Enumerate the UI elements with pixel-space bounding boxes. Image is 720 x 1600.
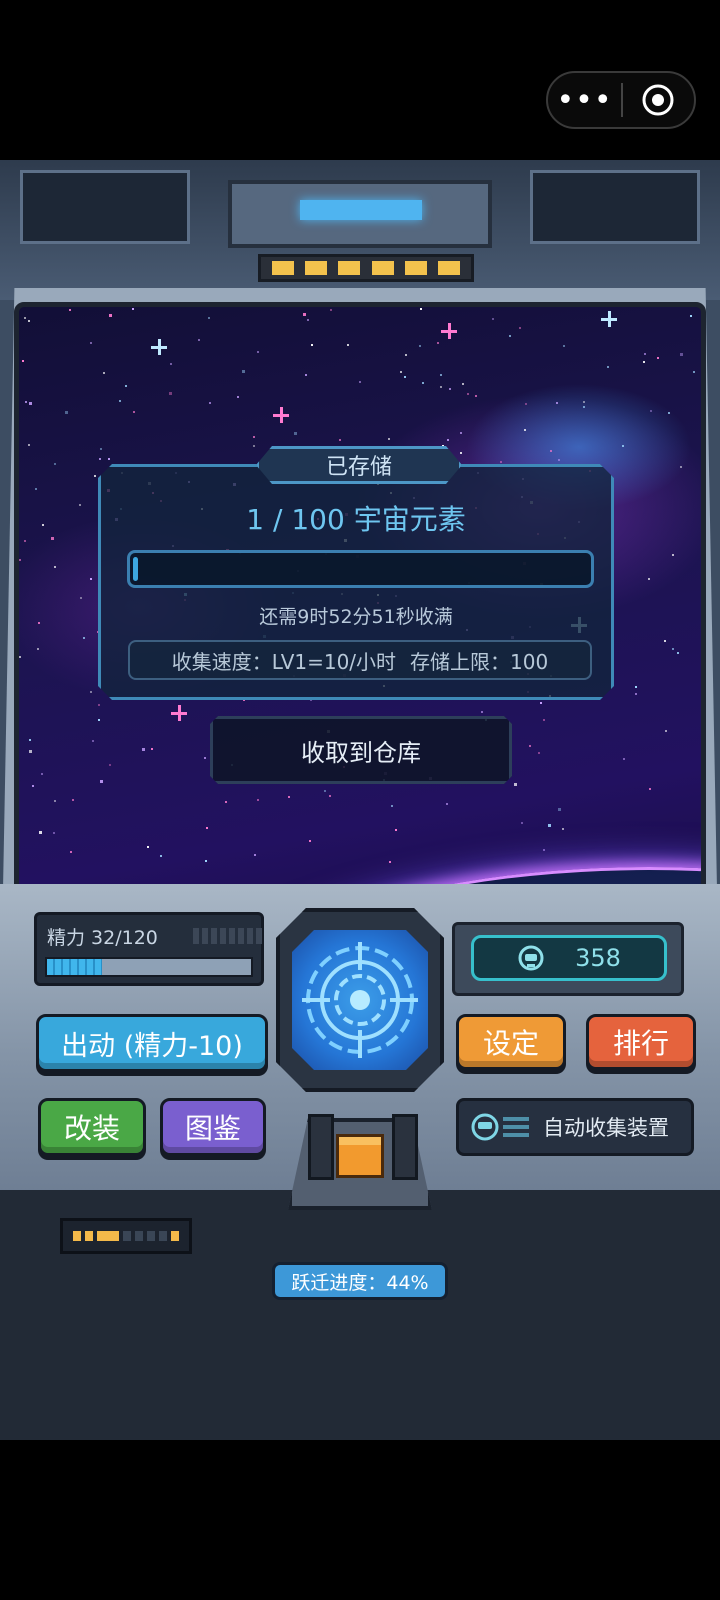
app-screen: ••• 已存储 1 / 100 宇宙元素 还需9时52分51秒收满 收集速度：L… (0, 0, 720, 1600)
settings-button[interactable]: 设定 (456, 1014, 566, 1070)
collect-speed: 收集速度：LV1=10/小时 (171, 649, 397, 674)
coin-display: 358 (471, 935, 667, 981)
storage-capacity: 存储上限：100 (410, 649, 549, 674)
game-scene: 已存储 1 / 100 宇宙元素 还需9时52分51秒收满 收集速度：LV1=1… (0, 160, 720, 1440)
hull-panel-left (20, 170, 190, 244)
storage-progress-bar (127, 550, 594, 588)
storage-progress-fill (133, 557, 138, 581)
coin-value: 358 (575, 944, 621, 972)
lever-post-left (308, 1114, 334, 1180)
modify-button[interactable]: 改装 (38, 1098, 146, 1156)
warp-lever-button[interactable] (336, 1134, 384, 1178)
sortie-button[interactable]: 出动 (精力-10) (36, 1014, 268, 1072)
radar-target-icon[interactable] (292, 930, 428, 1070)
miniprogram-capsule: ••• (546, 71, 696, 129)
energy-label: 精力 32/120 (47, 927, 158, 949)
storage-remaining-time: 还需9时52分51秒收满 (259, 606, 453, 628)
collect-to-warehouse-button[interactable]: 收取到仓库 (210, 716, 512, 784)
helmet-coin-icon (517, 944, 545, 972)
storage-tag: 已存储 (256, 446, 462, 484)
jump-progress-label: 跃迁进度：44% (272, 1262, 448, 1300)
energy-bar-fill (47, 959, 103, 975)
codex-button[interactable]: 图鉴 (160, 1098, 266, 1156)
lever-post-right (392, 1114, 418, 1180)
top-warning-lights (258, 254, 474, 282)
energy-ticks (193, 928, 277, 944)
energy-bar (45, 957, 253, 977)
collector-device-icon (469, 1111, 533, 1143)
auto-collect-label: 自动收集装置 (543, 1116, 669, 1140)
storage-amount: 1 / 100 宇宙元素 (246, 503, 466, 536)
energy-panel: 精力 32/120 (34, 912, 264, 986)
target-close-icon[interactable] (623, 73, 694, 127)
storage-info: 收集速度：LV1=10/小时 存储上限：100 (128, 640, 592, 680)
more-dots-icon[interactable]: ••• (548, 73, 621, 127)
top-indicator-light (300, 200, 422, 220)
ranking-button[interactable]: 排行 (586, 1014, 696, 1070)
coin-panel: 358 (452, 922, 684, 996)
auto-collect-device-button[interactable]: 自动收集装置 (456, 1098, 694, 1156)
console-indicator-lights (60, 1218, 192, 1254)
hull-panel-right (530, 170, 700, 244)
